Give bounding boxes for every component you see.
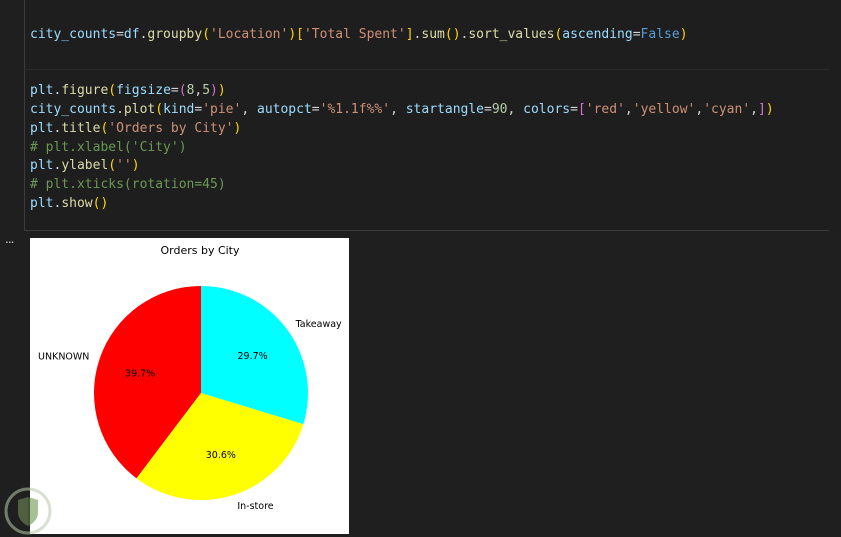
code-line-6[interactable]: plt.title('Orders by City') [30, 120, 241, 139]
pie-pct-label: 29.7% [237, 351, 267, 362]
pie-category-label: Takeaway [295, 319, 342, 330]
code-line-9[interactable]: # plt.xticks(rotation=45) [30, 176, 226, 195]
code-line-5[interactable]: city_counts.plot(kind='pie', autopct='%1… [30, 101, 774, 120]
pie-chart: Orders by City 39.7% UNKNOWN 30.6% In-store… [38, 244, 342, 512]
code-line-4[interactable]: plt.figure(figsize=(8,5)) [30, 82, 226, 101]
code-line-1[interactable]: city_counts=df.groupby('Location')['Tota… [30, 26, 688, 45]
notebook-page: city_counts=df.groupby('Location')['Tota… [0, 0, 841, 537]
shield-logo-icon [4, 487, 52, 535]
pie-pct-label: 30.6% [206, 450, 236, 461]
code-line-10[interactable]: plt.show() [30, 195, 108, 214]
pie-category-label: UNKNOWN [38, 352, 89, 363]
code-line-8[interactable]: plt.ylabel('') [30, 157, 140, 176]
cell-scrollbar[interactable] [829, 0, 841, 231]
pie-pct-label: 39.7% [125, 369, 155, 380]
chart-title: Orders by City [160, 244, 240, 257]
output-plot: Orders by City 39.7% UNKNOWN 30.6% In-store… [30, 238, 349, 534]
output-menu-ellipsis[interactable]: ... [5, 233, 15, 245]
pie-category-label: In-store [237, 501, 273, 512]
code-line-7[interactable]: # plt.xlabel('City') [30, 139, 187, 158]
